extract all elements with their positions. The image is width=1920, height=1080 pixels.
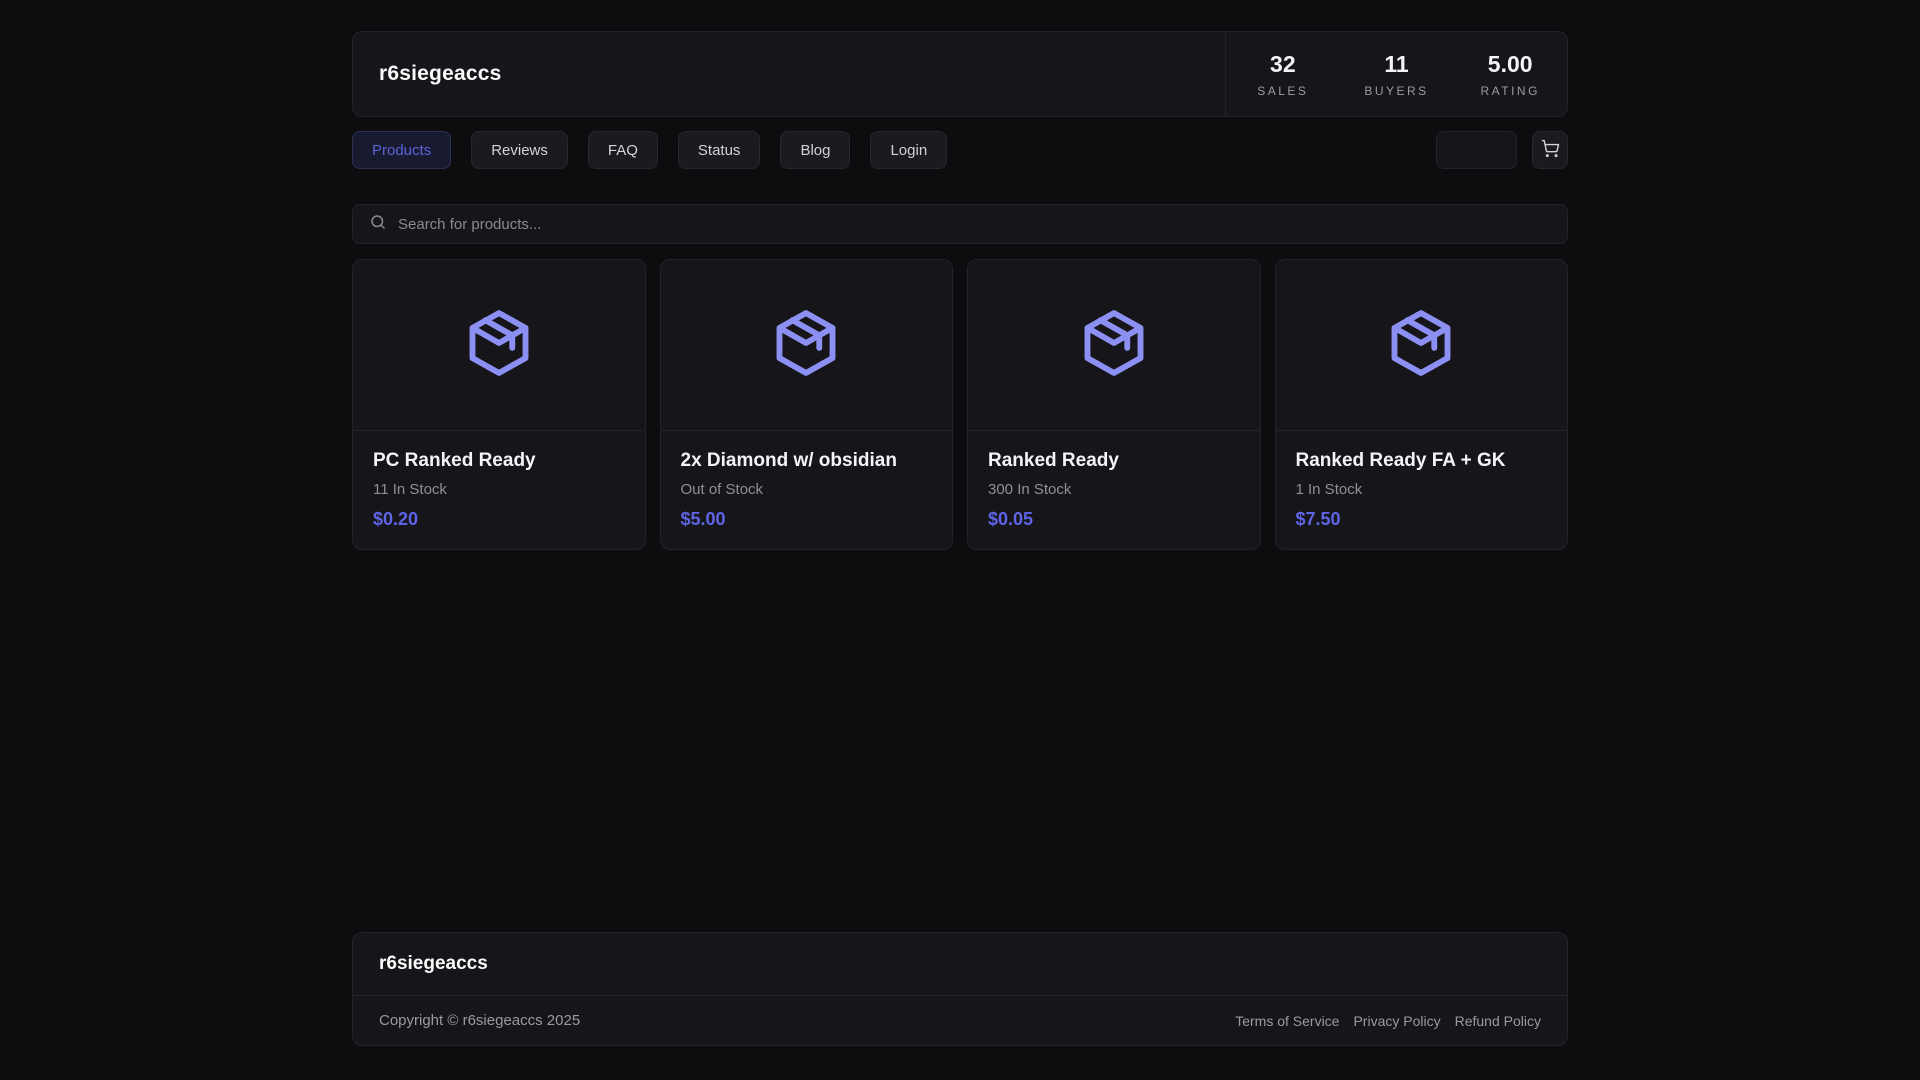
nav-actions [1436, 131, 1568, 169]
tab-products[interactable]: Products [352, 131, 452, 169]
product-card[interactable]: 2x Diamond w/ obsidian Out of Stock $5.0… [659, 259, 953, 550]
product-info: Ranked Ready 300 In Stock $0.05 [968, 431, 1260, 549]
tab-reviews[interactable]: Reviews [471, 131, 568, 169]
shopping-cart-icon [1541, 139, 1560, 161]
product-stock: 300 In Stock [988, 481, 1072, 498]
product-price: $0.05 [988, 509, 1034, 529]
product-image-area [660, 260, 952, 431]
stat-sales: 32 SALES [1226, 51, 1340, 98]
product-info: PC Ranked Ready 11 In Stock $0.20 [353, 431, 645, 549]
link-privacy-policy[interactable]: Privacy Policy [1353, 1013, 1440, 1029]
product-stock: 11 In Stock [373, 481, 447, 498]
stat-buyers: 11 BUYERS [1340, 51, 1454, 98]
product-price: $5.00 [680, 509, 726, 529]
stat-sales-label: SALES [1257, 83, 1309, 98]
product-card[interactable]: Ranked Ready 300 In Stock $0.05 [967, 259, 1261, 550]
tab-blog[interactable]: Blog [780, 131, 851, 169]
nav-tabs: Products Reviews FAQ Status Blog Login [352, 131, 948, 169]
cart-button[interactable] [1532, 131, 1568, 169]
currency-select[interactable] [1436, 131, 1517, 169]
package-box-icon [1077, 306, 1151, 385]
product-info: 2x Diamond w/ obsidian Out of Stock $5.0… [661, 431, 953, 549]
product-image-area [353, 260, 645, 431]
product-search [352, 204, 1568, 244]
tab-login[interactable]: Login [870, 131, 948, 169]
stat-buyers-value: 11 [1384, 50, 1409, 77]
stat-buyers-label: BUYERS [1364, 83, 1429, 98]
package-box-icon [769, 306, 843, 385]
product-card[interactable]: PC Ranked Ready 11 In Stock $0.20 [352, 259, 646, 550]
product-name: PC Ranked Ready [373, 450, 536, 471]
link-refund-policy[interactable]: Refund Policy [1455, 1013, 1541, 1029]
product-card[interactable]: Ranked Ready FA + GK 1 In Stock $7.50 [1274, 259, 1568, 550]
product-name: Ranked Ready FA + GK [1295, 450, 1506, 471]
footer-links: Terms of Service Privacy Policy Refund P… [1235, 1013, 1541, 1029]
product-name: 2x Diamond w/ obsidian [680, 450, 897, 471]
product-name: Ranked Ready [988, 450, 1119, 471]
product-price: $0.20 [373, 509, 419, 529]
stat-rating-label: RATING [1480, 83, 1540, 98]
product-info: Ranked Ready FA + GK 1 In Stock $7.50 [1276, 431, 1568, 549]
search-icon [369, 213, 387, 236]
copyright-text: Copyright © r6siegeaccs 2025 [379, 1012, 581, 1029]
shop-title: r6siegeaccs [379, 62, 502, 85]
stat-rating: 5.00 RATING [1453, 51, 1567, 98]
product-image-area [1275, 260, 1567, 431]
product-grid: PC Ranked Ready 11 In Stock $0.20 2x Dia… [352, 259, 1568, 550]
shop-header: r6siegeaccs 32 SALES 11 BUYERS 5.00 RATI… [352, 31, 1568, 117]
stat-sales-value: 32 [1270, 50, 1296, 77]
product-image-area [968, 260, 1260, 431]
search-input[interactable] [398, 215, 1551, 233]
tab-faq[interactable]: FAQ [587, 131, 658, 169]
tab-status[interactable]: Status [677, 131, 761, 169]
page-container: r6siegeaccs 32 SALES 11 BUYERS 5.00 RATI… [352, 0, 1568, 1080]
footer-shop-title: r6siegeaccs [379, 953, 488, 974]
product-stock: 1 In Stock [1295, 481, 1363, 498]
shop-stats: 32 SALES 11 BUYERS 5.00 RATING [1225, 32, 1567, 116]
product-price: $7.50 [1295, 509, 1341, 529]
stat-rating-value: 5.00 [1487, 50, 1533, 77]
footer-top: r6siegeaccs [353, 933, 1567, 995]
nav-bar: Products Reviews FAQ Status Blog Login [352, 131, 1568, 169]
shop-header-left: r6siegeaccs [353, 32, 1225, 116]
footer-bottom: Copyright © r6siegeaccs 2025 Terms of Se… [353, 995, 1567, 1045]
link-terms-of-service[interactable]: Terms of Service [1235, 1013, 1339, 1029]
package-box-icon [1384, 306, 1458, 385]
footer: r6siegeaccs Copyright © r6siegeaccs 2025… [352, 932, 1568, 1046]
package-box-icon [462, 306, 536, 385]
product-stock: Out of Stock [680, 481, 764, 498]
